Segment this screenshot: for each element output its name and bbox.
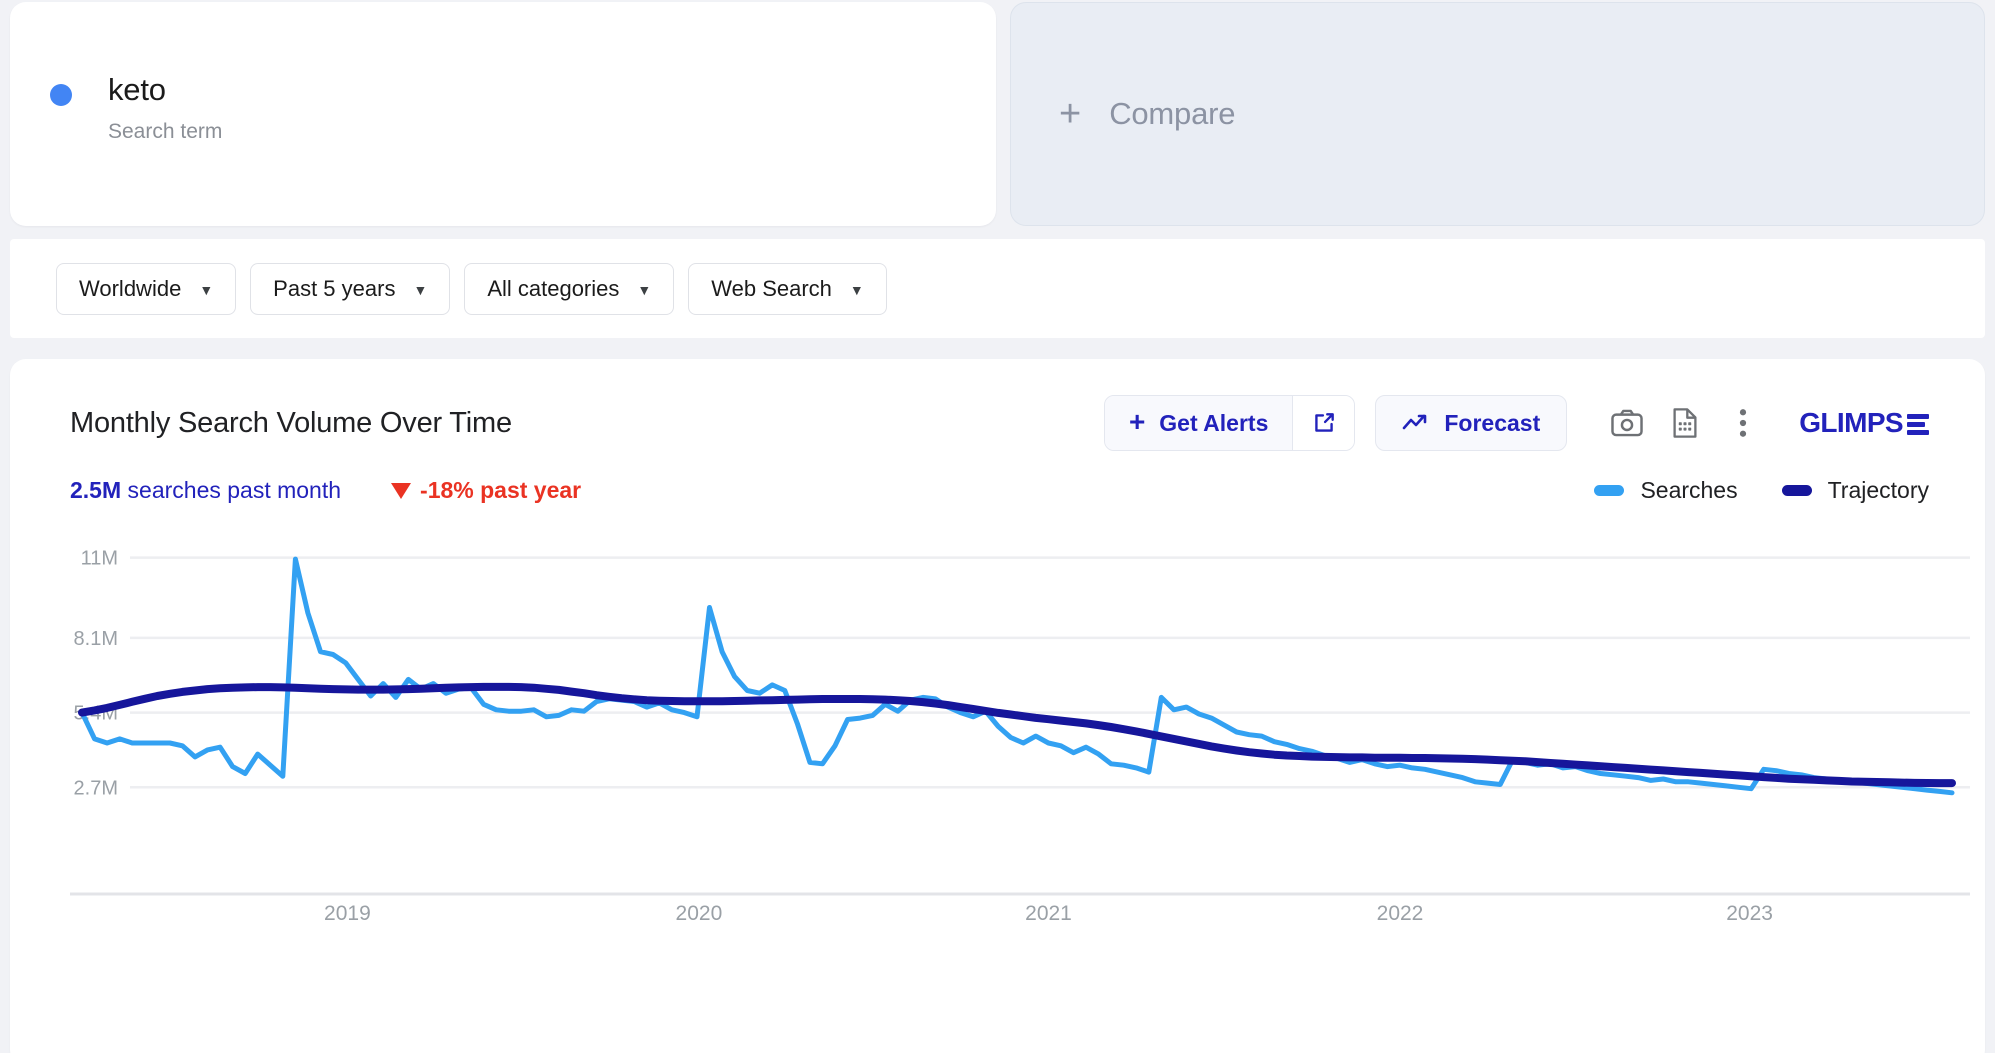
more-vertical-icon — [1740, 409, 1747, 437]
filter-category-label: All categories — [487, 275, 620, 301]
forecast-label: Forecast — [1444, 409, 1541, 436]
search-term-label: keto — [108, 72, 166, 107]
app-page: keto Search term + Compare Worldwide ▼ P… — [0, 0, 1995, 1053]
search-term-content: keto Search term — [50, 72, 222, 144]
chart-actions: + Get Alerts Forecast GLIMPS — [1103, 395, 1929, 451]
chevron-down-icon: ▼ — [413, 281, 428, 298]
plus-icon: + — [1059, 93, 1082, 135]
terms-row: keto Search term + Compare — [10, 0, 1985, 226]
searches-stat-value: 2.5M — [70, 477, 122, 503]
chart-stats-row: 2.5M searches past month -18% past year … — [42, 451, 1953, 504]
legend-item-trajectory[interactable]: Trajectory — [1781, 477, 1929, 504]
screenshot-button[interactable] — [1609, 405, 1645, 441]
compare-label: Compare — [1109, 96, 1236, 131]
chart-header: Monthly Search Volume Over Time + Get Al… — [42, 359, 1953, 451]
series-line-trajectory — [78, 682, 1956, 788]
export-data-button[interactable] — [1667, 405, 1703, 441]
glimpse-wordmark: GLIMPS — [1799, 407, 1903, 438]
chevron-down-icon: ▼ — [849, 281, 864, 298]
series-line-searches — [79, 556, 1955, 796]
searches-stat-suffix: searches past month — [121, 477, 342, 503]
glimpse-logo: GLIMPS — [1799, 407, 1929, 439]
chart-x-axis-labels: 2019 2020 2021 2022 2023 — [324, 902, 1773, 922]
svg-text:2021: 2021 — [1025, 902, 1072, 922]
legend-swatch-searches — [1594, 485, 1625, 496]
filter-region[interactable]: Worldwide ▼ — [56, 262, 237, 315]
filter-category[interactable]: All categories ▼ — [464, 262, 675, 315]
external-link-icon — [1315, 413, 1334, 432]
camera-icon — [1611, 409, 1644, 437]
compare-content: + Compare — [1059, 93, 1236, 135]
get-alerts-label: Get Alerts — [1159, 409, 1269, 436]
filter-search-type[interactable]: Web Search ▼ — [688, 262, 887, 315]
legend-item-searches[interactable]: Searches — [1594, 477, 1738, 504]
more-options-button[interactable] — [1725, 405, 1761, 441]
chart-gridlines — [130, 556, 1970, 789]
search-term-type: Search term — [108, 119, 223, 143]
filters-bar: Worldwide ▼ Past 5 years ▼ All categorie… — [10, 239, 1985, 338]
legend-label-searches: Searches — [1640, 477, 1738, 503]
chart-icon-buttons — [1609, 405, 1761, 441]
document-icon — [1673, 408, 1697, 438]
arrow-down-icon — [391, 482, 412, 499]
trend-up-icon — [1403, 414, 1427, 430]
chevron-down-icon: ▼ — [199, 281, 214, 298]
filter-timerange[interactable]: Past 5 years ▼ — [250, 262, 451, 315]
plus-icon: + — [1128, 406, 1146, 437]
svg-text:2020: 2020 — [676, 902, 723, 922]
change-stat: -18% past year — [391, 477, 581, 504]
filter-timerange-label: Past 5 years — [273, 275, 396, 301]
svg-text:2019: 2019 — [324, 902, 371, 922]
forecast-button[interactable]: Forecast — [1375, 395, 1568, 451]
chart-legend: Searches Trajectory — [1594, 477, 1929, 504]
glimpse-e-icon — [1907, 413, 1929, 435]
filter-region-label: Worldwide — [79, 275, 182, 301]
filter-search-type-label: Web Search — [711, 275, 832, 301]
get-alerts-group: + Get Alerts — [1103, 395, 1356, 451]
legend-label-trajectory: Trajectory — [1827, 477, 1929, 503]
chart-stats: 2.5M searches past month -18% past year — [70, 477, 581, 504]
get-alerts-button[interactable]: + Get Alerts — [1104, 396, 1293, 450]
compare-card[interactable]: + Compare — [1010, 2, 1985, 226]
chart-y-axis-labels: 2.7M5.4M8.1M11M — [74, 548, 118, 800]
svg-text:2022: 2022 — [1377, 902, 1424, 922]
searches-stat: 2.5M searches past month — [70, 477, 341, 504]
search-term-text: keto Search term — [108, 72, 222, 144]
chevron-down-icon: ▼ — [637, 281, 652, 298]
chart-title: Monthly Search Volume Over Time — [70, 406, 512, 439]
svg-text:8.1M: 8.1M — [74, 628, 118, 650]
chart-plot-area[interactable]: 2.7M 5.4M 8.1M 11M 2019 2020 2021 2022 2023 — [42, 522, 1970, 972]
legend-swatch-trajectory — [1781, 485, 1812, 496]
series-color-dot — [50, 84, 72, 106]
svg-text:2023: 2023 — [1726, 902, 1773, 922]
change-stat-value: -18% past year — [420, 477, 582, 503]
svg-text:11M: 11M — [81, 548, 118, 570]
chart-svg: 2.7M5.4M8.1M11M 2019 2020 2021 2022 2023 — [70, 548, 1970, 922]
svg-text:2.7M: 2.7M — [74, 777, 118, 799]
chart-card: Monthly Search Volume Over Time + Get Al… — [10, 359, 1985, 1053]
search-term-card[interactable]: keto Search term — [10, 2, 996, 226]
open-external-button[interactable] — [1292, 396, 1355, 450]
